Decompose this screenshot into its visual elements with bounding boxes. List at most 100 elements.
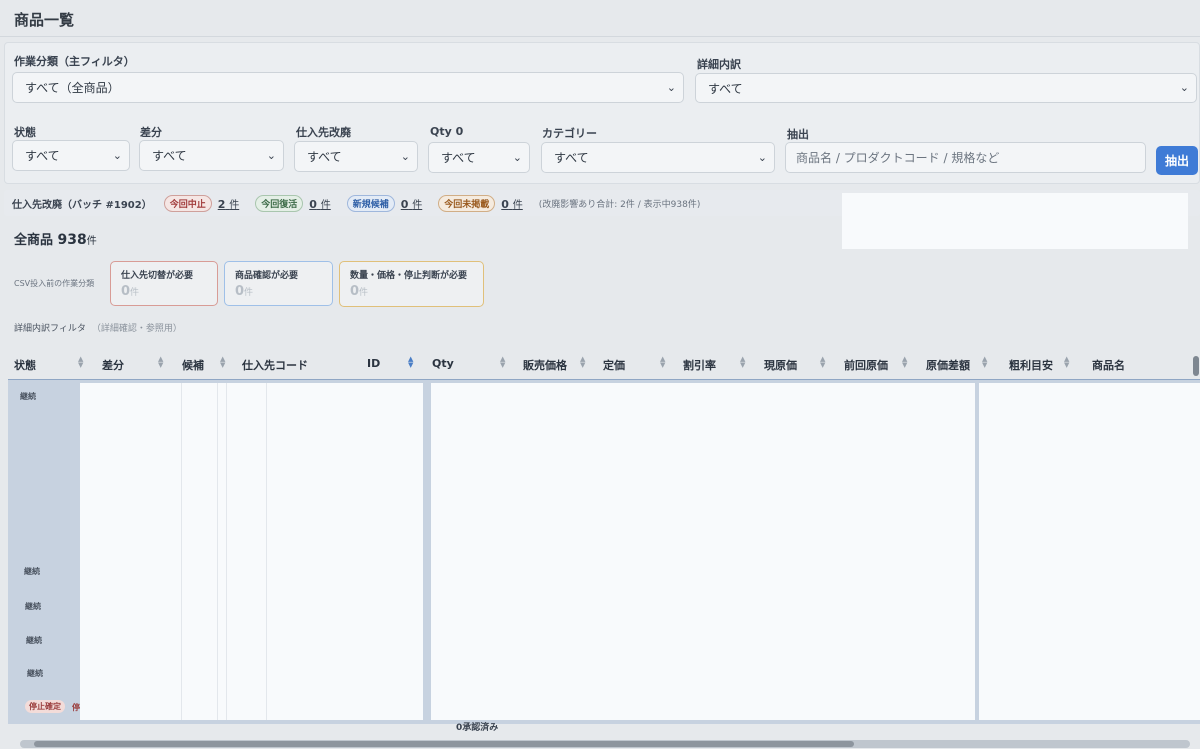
card-product-check[interactable]: 商品確認が必要 0件 [224,261,333,306]
col-cost-diff[interactable]: 原価差額 [926,357,970,373]
count-value: 2 [217,197,226,211]
sort-icon[interactable]: ▲ ▼ [1064,356,1069,369]
pill-revived[interactable]: 今回復活 [255,194,304,212]
status-value: すべて [25,149,60,163]
approved-count: 0承認済み [456,723,499,733]
sort-icon[interactable]: ▲ ▼ [78,356,83,369]
col-margin-guide[interactable]: 粗利目安 [1009,357,1053,373]
qty0-value: すべて [441,151,476,165]
batch-label: 仕入先改廃（バッチ #1902） [12,199,152,211]
sort-icon[interactable]: ▲ ▼ [902,356,907,369]
card-count-unit: 件 [130,288,140,298]
total-unit: 件 [86,236,97,247]
qty0-select[interactable]: すべて ⌄ [428,142,530,173]
detail-filter-label: 詳細内訳フィルタ （詳細確認・参照用） [14,321,182,334]
pill-discontinued[interactable]: 今回中止 [163,194,212,212]
work-category-select[interactable]: すべて（全商品） ⌄ [12,72,684,103]
card-supplier-switch[interactable]: 仕入先切替が必要 0件 [110,261,218,306]
col-qty[interactable]: Qty [432,357,454,370]
sort-icon[interactable]: ▲ ▼ [580,356,585,369]
diff-value: すべて [152,149,187,163]
redacted-area [979,383,1200,720]
detail-breakdown-select[interactable]: すべて ⌄ [695,73,1197,103]
category-select[interactable]: すべて ⌄ [541,142,775,173]
card-title: 数量・価格・停止判断が必要 [350,271,468,281]
work-category-label: 作業分類（主フィルタ） [14,55,135,68]
count-new-candidate[interactable]: 0 件 [401,196,423,211]
card-qty-price-stop[interactable]: 数量・価格・停止判断が必要 0件 [339,261,484,307]
chevron-down-icon: ⌄ [757,150,767,164]
row-status: 継続 [27,669,43,678]
card-title: 仕入先切替が必要 [121,271,194,281]
detail-filter-title: 詳細内訳フィルタ [14,324,86,334]
vertical-scrollbar[interactable] [1192,350,1200,380]
sort-icon[interactable]: ▲ ▼ [408,356,413,369]
sort-icon[interactable]: ▲ ▼ [158,356,163,369]
chevron-down-icon: ⌄ [1179,80,1189,94]
chevron-down-icon: ⌄ [666,80,676,94]
card-count-unit: 件 [359,288,369,298]
sort-icon[interactable]: ▲ ▼ [820,356,825,369]
diff-label: 差分 [140,126,162,139]
qty0-label: Qty 0 [430,125,464,138]
col-status[interactable]: 状態 [14,357,36,373]
pill-unlisted[interactable]: 今回未掲載 [438,194,496,212]
card-count: 0件 [121,284,217,299]
extract-search-input[interactable] [785,142,1146,173]
redacted-area [80,383,423,720]
supplier-revision-select[interactable]: すべて ⌄ [294,141,418,172]
column-divider [217,383,218,720]
detail-breakdown-label: 詳細内訳 [697,58,741,71]
page-title: 商品一覧 [14,11,75,29]
supplier-revision-label: 仕入先改廃 [296,126,351,139]
row-status: 継続 [25,602,41,611]
col-previous-cost[interactable]: 前回原価 [844,357,888,373]
row-status-stopped: 停止確定 [25,700,65,713]
col-discount-rate[interactable]: 割引率 [683,357,716,373]
card-title: 商品確認が必要 [235,271,299,281]
csv-work-category-label: CSV投入前の作業分類 [14,279,95,288]
count-unlisted[interactable]: 0 件 [501,196,523,211]
status-select[interactable]: すべて ⌄ [12,140,130,171]
status-label: 状態 [14,126,36,139]
redacted-area [842,193,1188,249]
col-product-name[interactable]: 商品名 [1092,357,1125,373]
card-count: 0件 [350,284,483,299]
count-discontinued[interactable]: 2 件 [218,196,240,211]
count-revived[interactable]: 0 件 [309,196,331,211]
col-current-cost[interactable]: 現原価 [764,357,797,373]
count-unit: 件 [320,199,331,211]
extract-button[interactable]: 抽出 [1156,146,1198,175]
col-diff[interactable]: 差分 [102,357,124,373]
redacted-area [431,383,975,720]
sort-icon[interactable]: ▲ ▼ [740,356,745,369]
sort-icon[interactable]: ▲ ▼ [220,356,225,369]
category-label: カテゴリー [542,127,597,140]
col-supplier-code[interactable]: 仕入先コード [242,357,308,373]
row-status: 継続 [24,567,40,576]
scroll-thumb[interactable] [1193,356,1199,376]
card-count-unit: 件 [244,288,254,298]
count-unit: 件 [512,199,523,211]
chevron-down-icon: ⌄ [512,150,522,164]
col-sale-price[interactable]: 販売価格 [523,357,567,373]
card-count-value: 0 [350,284,360,299]
total-label: 全商品 [14,233,54,248]
work-category-value: すべて（全商品） [25,81,120,95]
chevron-down-icon: ⌄ [112,148,122,162]
diff-select[interactable]: すべて ⌄ [139,140,284,171]
column-divider [226,383,227,720]
col-id[interactable]: ID [367,357,380,370]
col-list-price[interactable]: 定価 [603,357,625,373]
sort-icon[interactable]: ▲ ▼ [500,356,505,369]
supplier-revision-value: すべて [307,150,342,164]
sort-icon[interactable]: ▲ ▼ [660,356,665,369]
horizontal-scrollbar[interactable] [20,740,1190,748]
col-candidate[interactable]: 候補 [182,357,204,373]
pill-new-candidate[interactable]: 新規候補 [346,194,395,212]
card-count-value: 0 [235,284,245,299]
card-count: 0件 [235,284,332,299]
scroll-thumb[interactable] [34,741,854,747]
count-value: 0 [400,197,409,211]
sort-icon[interactable]: ▲ ▼ [982,356,987,369]
